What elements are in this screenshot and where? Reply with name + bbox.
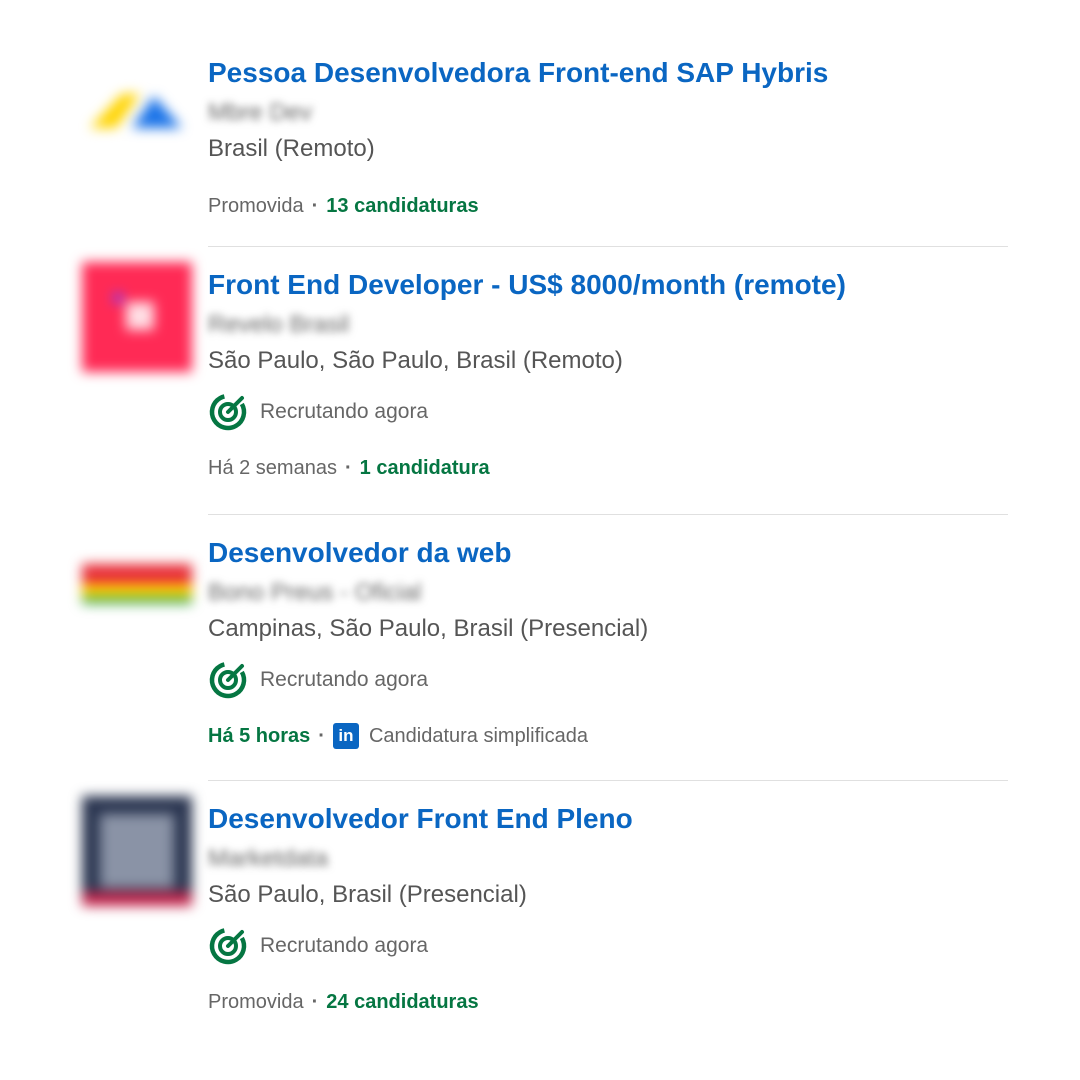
linkedin-icon: in xyxy=(332,723,359,749)
divider xyxy=(208,246,1008,247)
job-list: Pessoa Desenvolvedora Front-end SAP Hybr… xyxy=(0,0,1080,1080)
target-icon xyxy=(209,393,247,431)
job-title-link[interactable]: Front End Developer - US$ 8000/month (re… xyxy=(208,268,1008,302)
target-icon xyxy=(209,927,247,965)
applicant-count: 13 candidaturas xyxy=(326,195,479,217)
posted-time: Há 5 horas xyxy=(208,725,311,747)
job-location: Brasil (Remoto) xyxy=(208,135,375,162)
separator-dot: · xyxy=(318,725,325,747)
company-name[interactable]: Bono Preus - Oficial xyxy=(208,578,1008,608)
job-location: Campinas, São Paulo, Brasil (Presencial) xyxy=(208,615,649,642)
separator-dot: · xyxy=(344,457,352,479)
job-footer: Há 2 semanas · 1 candidatura xyxy=(208,454,1008,482)
posted-time: Há 2 semanas xyxy=(208,457,337,479)
separator-dot: · xyxy=(311,991,319,1013)
recruiting-now-label: Recrutando agora xyxy=(260,668,429,691)
promoted-label: Promovida xyxy=(208,991,304,1013)
company-logo[interactable] xyxy=(82,536,192,646)
job-title-link[interactable]: Desenvolvedor da web xyxy=(208,536,1008,570)
divider xyxy=(208,514,1008,515)
company-name[interactable]: Mbre Dev xyxy=(208,98,1008,128)
job-details: Front End Developer - US$ 8000/month (re… xyxy=(208,268,1008,482)
job-details: Desenvolvedor da web Bono Preus - Oficia… xyxy=(208,536,1008,750)
applicant-count: 1 candidatura xyxy=(359,457,490,479)
company-logo[interactable] xyxy=(82,66,192,176)
promoted-label: Promovida xyxy=(208,195,304,217)
job-insight: Recrutando agora xyxy=(208,392,1008,432)
company-logo[interactable] xyxy=(82,796,192,906)
recruiting-now-label: Recrutando agora xyxy=(260,400,429,423)
separator-dot: · xyxy=(311,195,319,217)
job-details: Pessoa Desenvolvedora Front-end SAP Hybr… xyxy=(208,56,1008,220)
company-logo[interactable] xyxy=(82,262,192,372)
job-location: São Paulo, São Paulo, Brasil (Remoto) xyxy=(208,347,623,374)
divider xyxy=(208,780,1008,781)
target-icon xyxy=(209,661,247,699)
job-footer: Promovida · 13 candidaturas xyxy=(208,192,1008,220)
company-name[interactable]: Revelo Brasil xyxy=(208,310,1008,340)
job-title-link[interactable]: Desenvolvedor Front End Pleno xyxy=(208,802,1008,836)
job-insight: Recrutando agora xyxy=(208,926,1008,966)
job-insight: Recrutando agora xyxy=(208,660,1008,700)
applicant-count: 24 candidaturas xyxy=(326,991,479,1013)
recruiting-now-label: Recrutando agora xyxy=(260,934,429,957)
easy-apply-label: Candidatura simplificada xyxy=(368,725,588,747)
job-footer: Promovida · 24 candidaturas xyxy=(208,988,1008,1016)
job-title-link[interactable]: Pessoa Desenvolvedora Front-end SAP Hybr… xyxy=(208,56,1008,90)
job-location: São Paulo, Brasil (Presencial) xyxy=(208,881,527,908)
job-footer: Há 5 horas · in Candidatura simplificada xyxy=(208,722,1008,750)
company-name[interactable]: Marketdata xyxy=(208,844,1008,874)
job-details: Desenvolvedor Front End Pleno Marketdata… xyxy=(208,802,1008,1016)
